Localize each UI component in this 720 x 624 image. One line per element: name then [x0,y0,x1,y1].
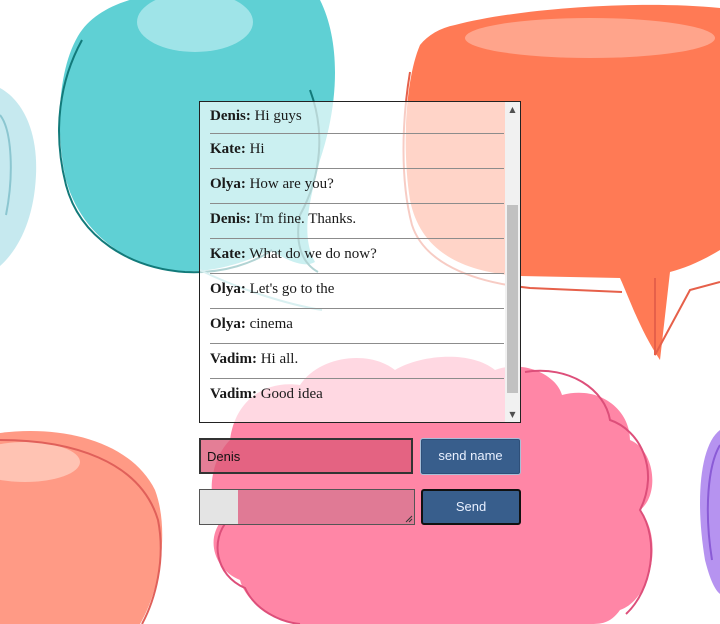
message-text: Let's go to the [245,281,335,297]
chat-message: Olya: cinema [210,309,504,344]
chat-message: Kate: What do we do now? [210,239,504,274]
message-author: Kate: [210,246,246,262]
scroll-up-arrow-icon[interactable]: ▲ [505,102,520,117]
message-author: Denis: [210,211,251,227]
message-text: Good idea [256,386,323,402]
message-text: I'm fine. Thanks. [250,211,357,227]
scrollbar-thumb[interactable] [507,205,518,393]
message-text: How are you? [245,176,334,192]
chat-message: Vadim: Hi all. [210,344,504,379]
message-text: Hi guys [250,108,302,124]
vertical-scrollbar[interactable]: ▲ ▼ [505,102,520,422]
chat-message: Olya: Let's go to the [210,274,504,309]
chat-message: Denis: I'm fine. Thanks. [210,204,504,239]
messages-container: Denis: Hi guys Kate: Hi Olya: How are yo… [200,102,504,414]
message-author: Olya: [210,176,246,192]
message-text: What do we do now? [245,246,377,262]
message-author: Vadim: [210,351,257,367]
message-text: Hi [245,141,265,157]
message-author: Denis: [210,108,251,124]
light-blue-bubble [0,88,37,266]
chat-message: Vadim: Good idea [210,379,504,414]
name-input[interactable] [199,438,413,474]
message-author: Kate: [210,141,246,157]
chat-message: Olya: How are you? [210,169,504,204]
chat-message: Kate: Hi [210,134,504,169]
purple-bubble [700,430,720,594]
message-author: Vadim: [210,386,257,402]
salmon-bubble [0,430,163,624]
send-name-button[interactable]: send name [420,438,521,475]
message-author: Olya: [210,281,246,297]
send-button[interactable]: Send [421,489,521,525]
message-textarea[interactable] [199,489,415,525]
message-text: Hi all. [256,351,299,367]
chat-message-list[interactable]: Denis: Hi guys Kate: Hi Olya: How are yo… [199,101,521,423]
message-text: cinema [245,316,293,332]
chat-message: Denis: Hi guys [210,102,504,134]
message-author: Olya: [210,316,246,332]
scroll-down-arrow-icon[interactable]: ▼ [505,407,520,422]
